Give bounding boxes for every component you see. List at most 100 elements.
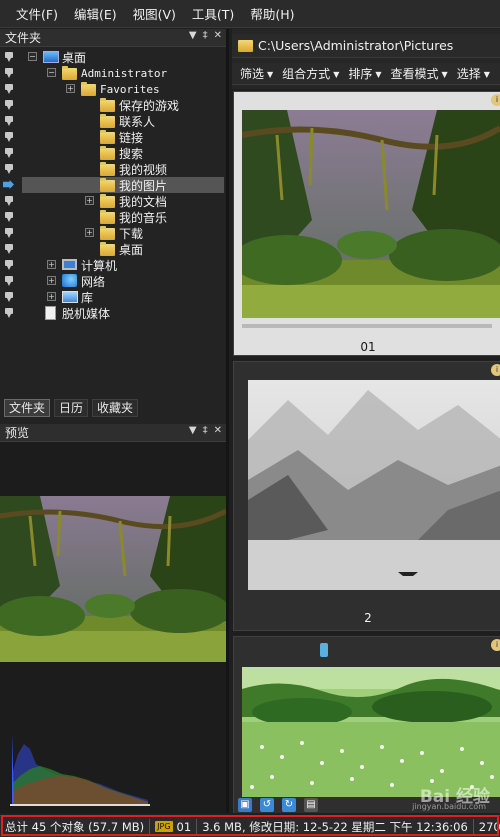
tree-item[interactable]: 我的视频	[0, 161, 226, 177]
status-total-text: 总计 45 个对象 (57.7 MB)	[5, 819, 145, 834]
pin-icon[interactable]	[5, 308, 13, 318]
tree-item[interactable]: + 下载	[0, 225, 226, 241]
menu-help[interactable]: 帮助(H)	[248, 2, 296, 25]
collapse-icon[interactable]: −	[28, 52, 37, 61]
select-button[interactable]: 选择 ▼	[457, 65, 490, 82]
tree-item-label: 桌面	[119, 242, 144, 257]
current-folder-arrow-icon	[3, 180, 14, 189]
sort-label: 排序	[348, 67, 373, 81]
tree-item[interactable]: + 计算机	[0, 257, 226, 273]
tree-item[interactable]: + 网络	[0, 273, 226, 289]
folder-icon	[100, 178, 116, 192]
tab-folders[interactable]: 文件夹	[4, 399, 51, 417]
pin-icon[interactable]	[5, 228, 13, 238]
tree-item[interactable]: − Administrator	[0, 65, 226, 81]
tree-item-label: 桌面	[62, 50, 87, 65]
sort-button[interactable]: 排序 ▼	[348, 65, 381, 82]
folders-panel-title: 文件夹	[5, 31, 42, 45]
folder-icon	[100, 130, 116, 144]
set-wallpaper-icon[interactable]: ▣	[238, 798, 252, 812]
tree-item-label: 链接	[119, 130, 144, 145]
pin-icon[interactable]	[5, 196, 13, 206]
pin-icon[interactable]: ‡	[203, 30, 208, 41]
tree-item[interactable]: 脱机媒体	[0, 305, 226, 321]
network-icon	[62, 274, 78, 288]
thumbnail-item[interactable]: i 01	[233, 91, 500, 356]
tree-item[interactable]: + 库	[0, 289, 226, 305]
pin-icon[interactable]	[5, 148, 13, 158]
tree-item[interactable]: + Favorites	[0, 81, 226, 97]
pin-icon[interactable]	[5, 244, 13, 254]
status-bar: 总计 45 个对象 (57.7 MB) JPG 01 3.6 MB, 修改日期:…	[0, 815, 500, 837]
thumbnail-grid: i 01 i 2 i ▣ ↺ ↻ ▤	[232, 89, 500, 813]
group-by-label: 组合方式	[282, 67, 331, 81]
tree-item[interactable]: − 桌面	[0, 49, 226, 65]
pin-icon[interactable]	[5, 132, 13, 142]
expand-icon[interactable]: +	[85, 228, 94, 237]
tree-item[interactable]: 我的图片	[0, 177, 226, 193]
pin-icon[interactable]	[5, 100, 13, 110]
folder-icon	[238, 39, 253, 52]
pin-icon[interactable]	[5, 84, 13, 94]
tab-calendar[interactable]: 日历	[54, 399, 89, 417]
preview-panel-title: 预览	[5, 426, 30, 440]
status-details: 3.6 MB, 修改日期: 12-5-22 星期二 下午 12:36:06	[197, 818, 474, 835]
pin-icon[interactable]	[5, 292, 13, 302]
caret-down-icon: ▼	[483, 70, 490, 79]
expand-icon[interactable]: +	[47, 292, 56, 301]
menu-edit[interactable]: 编辑(E)	[72, 2, 119, 25]
collapse-icon[interactable]: −	[47, 68, 56, 77]
folder-icon	[100, 242, 116, 256]
tree-item[interactable]: 桌面	[0, 241, 226, 257]
expand-icon[interactable]: +	[47, 276, 56, 285]
tree-item[interactable]: + 我的文档	[0, 193, 226, 209]
rating-badge-icon: i	[491, 364, 500, 376]
expand-icon[interactable]: +	[66, 84, 75, 93]
pin-icon[interactable]	[5, 260, 13, 270]
tree-item-label: Administrator	[81, 66, 168, 80]
folders-panel-header: 文件夹 ▼ ‡ ✕	[0, 29, 226, 47]
close-icon[interactable]: ✕	[214, 425, 222, 436]
thumbnail-caption: 01	[360, 340, 376, 354]
address-bar[interactable]: C:\Users\Administrator\Pictures	[232, 34, 500, 58]
pin-icon[interactable]	[5, 116, 13, 126]
tab-favorites[interactable]: 收藏夹	[92, 399, 139, 417]
thumbnail-item[interactable]: i 2	[233, 361, 500, 631]
menu-file[interactable]: 文件(F)	[14, 2, 60, 25]
tree-item-label: 计算机	[81, 258, 118, 273]
rotate-right-icon[interactable]: ↻	[282, 798, 296, 812]
folder-icon	[100, 226, 116, 240]
tree-item[interactable]: 联系人	[0, 113, 226, 129]
tree-item[interactable]: 搜索	[0, 145, 226, 161]
pin-icon[interactable]	[5, 212, 13, 222]
rating-badge-icon: i	[491, 639, 500, 651]
close-icon[interactable]: ✕	[214, 30, 222, 41]
rotate-left-icon[interactable]: ↺	[260, 798, 274, 812]
menu-tools[interactable]: 工具(T)	[190, 2, 236, 25]
menu-view[interactable]: 视图(V)	[131, 2, 178, 25]
document-icon	[43, 306, 59, 320]
slideshow-icon[interactable]: ▤	[304, 798, 318, 812]
filter-button[interactable]: 筛选 ▼	[240, 65, 273, 82]
pin-icon[interactable]	[5, 276, 13, 286]
expand-icon[interactable]: +	[85, 196, 94, 205]
tree-item-label: 库	[81, 290, 94, 305]
tree-item[interactable]: 链接	[0, 129, 226, 145]
folder-icon	[100, 146, 116, 160]
pin-icon[interactable]	[5, 52, 13, 62]
group-by-button[interactable]: 组合方式 ▼	[282, 65, 339, 82]
pin-icon[interactable]	[5, 68, 13, 78]
view-mode-button[interactable]: 查看模式 ▼	[391, 65, 448, 82]
tree-item[interactable]: 保存的游戏	[0, 97, 226, 113]
panel-dropdown-icon[interactable]: ▼	[189, 30, 197, 41]
thumbnail-image	[248, 380, 500, 590]
user-folder-icon	[62, 66, 78, 80]
pin-icon[interactable]: ‡	[203, 425, 208, 436]
expand-icon[interactable]: +	[47, 260, 56, 269]
caret-down-icon: ▼	[333, 70, 340, 79]
panel-dropdown-icon[interactable]: ▼	[189, 425, 197, 436]
tree-item[interactable]: 我的音乐	[0, 209, 226, 225]
pin-icon[interactable]	[5, 164, 13, 174]
folder-icon	[100, 194, 116, 208]
thumbnail-caption: 2	[364, 611, 372, 625]
